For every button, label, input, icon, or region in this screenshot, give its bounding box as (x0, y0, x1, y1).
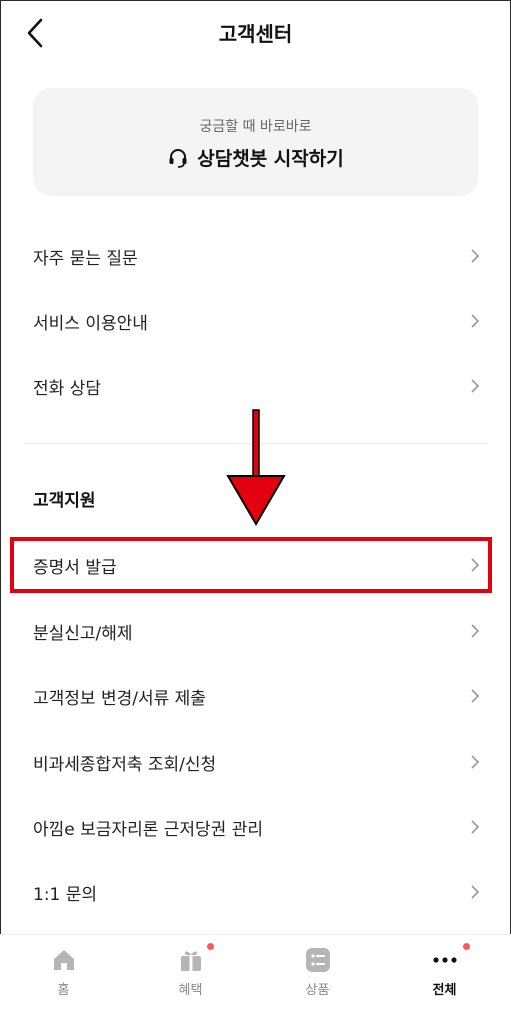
bottom-tab-bar: 홈 혜택 상품 전체 (0, 934, 511, 1025)
tab-label: 상품 (305, 983, 330, 998)
menu-label: 1:1 문의 (33, 885, 98, 905)
chevron-right-icon (471, 885, 480, 899)
chevron-right-icon (471, 820, 480, 834)
chevron-right-icon (471, 249, 480, 263)
menu-item-service-guide[interactable]: 서비스 이용안내 (0, 290, 511, 352)
chatbot-card[interactable]: 궁금할 때 바로바로 상담챗봇 시작하기 (33, 88, 478, 196)
tab-benefits[interactable]: 혜택 (127, 935, 254, 1023)
section-title: 고객지원 (33, 491, 96, 511)
gift-icon (180, 951, 201, 971)
home-icon (53, 950, 74, 970)
notification-dot (463, 943, 470, 950)
menu-item-customer-info[interactable]: 고객정보 변경/서류 제출 (0, 665, 511, 727)
more-icon (432, 957, 457, 963)
menu-label: 고객정보 변경/서류 제출 (33, 689, 206, 709)
chatbot-start-button[interactable]: 상담챗봇 시작하기 (33, 144, 478, 171)
menu-label: 자주 묻는 질문 (33, 249, 138, 269)
menu-item-inquiry[interactable]: 1:1 문의 (0, 861, 511, 923)
header: 고객센터 (0, 0, 511, 66)
tab-label: 전체 (432, 983, 457, 998)
tab-all[interactable]: 전체 (381, 935, 508, 1023)
page-title: 고객센터 (218, 22, 293, 46)
chevron-right-icon (471, 689, 480, 703)
menu-item-loss-report[interactable]: 분실신고/해제 (0, 600, 511, 662)
menu-item-faq[interactable]: 자주 묻는 질문 (0, 225, 511, 287)
menu-label: 서비스 이용안내 (33, 314, 148, 334)
chevron-right-icon (471, 314, 480, 328)
menu-item-tax-free-savings[interactable]: 비과세종합저축 조회/신청 (0, 731, 511, 793)
notification-dot (207, 943, 214, 950)
tab-label: 혜택 (178, 983, 203, 998)
chevron-right-icon (471, 379, 480, 393)
menu-label: 분실신고/해제 (33, 624, 133, 644)
list-icon (305, 948, 330, 972)
menu-label: 비과세종합저축 조회/신청 (33, 755, 217, 775)
tab-products[interactable]: 상품 (254, 935, 381, 1023)
headset-icon (169, 148, 187, 168)
menu-label: 전화 상담 (33, 379, 101, 399)
chevron-right-icon (471, 624, 480, 638)
chatbot-subtitle: 궁금할 때 바로바로 (199, 119, 312, 135)
down-arrow-annotation-icon (226, 409, 286, 526)
chevron-right-icon (471, 755, 480, 769)
menu-item-mortgage[interactable]: 아낌e 보금자리론 근저당권 관리 (0, 796, 511, 858)
tab-label: 홈 (57, 983, 70, 998)
chatbot-label: 상담챗봇 시작하기 (197, 148, 344, 170)
menu-label: 아낌e 보금자리론 근저당권 관리 (33, 820, 263, 840)
tab-home[interactable]: 홈 (0, 935, 127, 1023)
highlight-box (10, 537, 492, 593)
